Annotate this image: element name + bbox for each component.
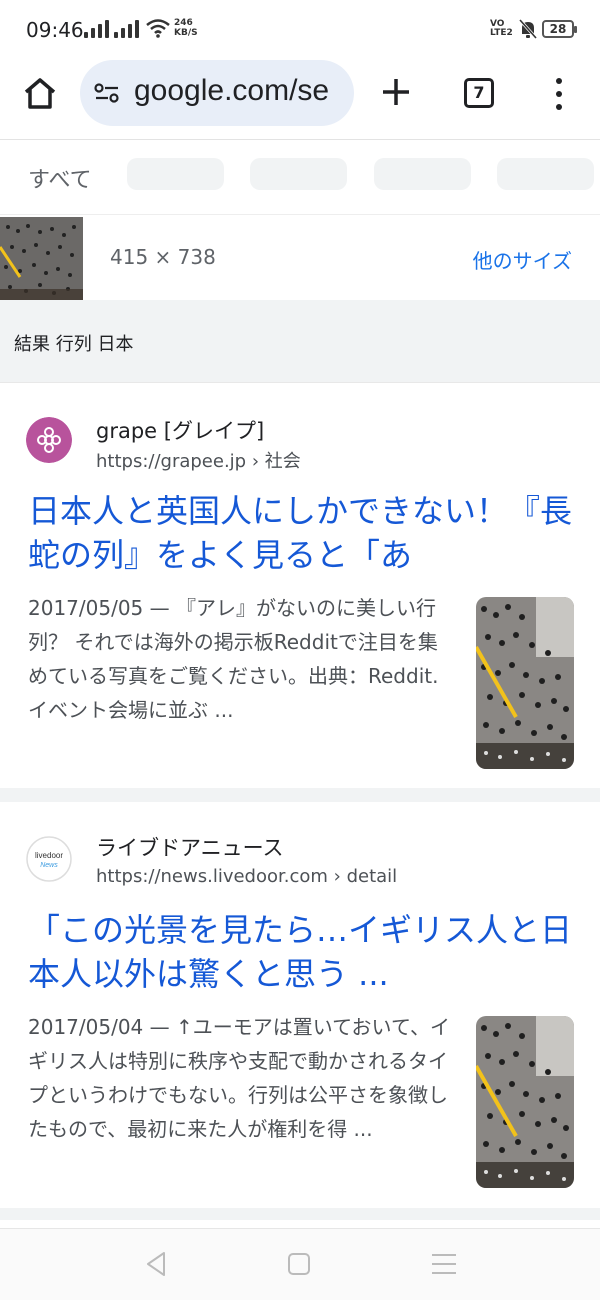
battery-icon: 28 <box>542 20 577 38</box>
system-nav-bar <box>0 1228 600 1300</box>
livedoor-logo-icon: livedoor News <box>26 836 72 882</box>
search-result: grape [グレイプ] https://grapee.jp › 社会 日本人と… <box>0 382 600 788</box>
result-divider <box>0 1208 600 1220</box>
image-dimensions: 415 × 738 <box>110 245 216 269</box>
chip-placeholder <box>374 158 471 190</box>
site-name[interactable]: ライブドアニュース <box>96 832 284 862</box>
volte-icon: VO LTE2 <box>490 19 513 38</box>
image-info-row: 415 × 738 他のサイズ <box>0 214 600 301</box>
net-speed: 246 KB/S <box>174 18 198 38</box>
search-result: livedoor News ライブドアニュース https://news.liv… <box>0 802 600 1208</box>
result-snippet: 2017/05/04 — ↑ユーモアは置いておいて、イギリス人は特別に秩序や支配… <box>28 1015 450 1141</box>
chip-placeholder <box>497 158 594 190</box>
other-sizes-link[interactable]: 他のサイズ <box>473 245 572 274</box>
svg-text:News: News <box>40 862 58 869</box>
chip-placeholder <box>127 158 224 190</box>
site-url[interactable]: https://grapee.jp › 社会 <box>96 447 301 473</box>
site-name[interactable]: grape [グレイプ] <box>96 415 264 445</box>
tab-switcher-button[interactable]: 7 <box>464 78 494 108</box>
back-icon[interactable] <box>144 1251 168 1277</box>
result-title-link[interactable]: 日本人と英国人にしかできない！『長蛇の列』をよく見ると「あ <box>28 489 576 577</box>
wifi-icon <box>146 19 170 38</box>
home-nav-icon[interactable] <box>288 1253 310 1275</box>
status-bar: 09:46 246 KB/S VO LTE2 28 <box>0 0 600 60</box>
more-menu-icon[interactable] <box>552 78 566 110</box>
browser-toolbar: google.com/se 7 <box>0 60 600 140</box>
status-time: 09:46 <box>26 18 84 42</box>
site-url[interactable]: https://news.livedoor.com › detail <box>96 866 397 887</box>
filter-chips: すべて <box>0 150 600 206</box>
url-bar[interactable]: google.com/se <box>80 60 354 126</box>
signal-icon <box>84 20 109 38</box>
query-section: 結果 行列 日本 <box>0 300 600 382</box>
result-thumbnail[interactable] <box>476 597 574 769</box>
new-tab-icon[interactable] <box>380 76 412 108</box>
svg-text:livedoor: livedoor <box>35 851 63 860</box>
source-image-thumbnail[interactable] <box>0 217 83 301</box>
site-settings-icon[interactable] <box>94 82 120 104</box>
signal-icon-2 <box>114 20 139 38</box>
result-thumbnail[interactable] <box>476 1016 574 1188</box>
chip-placeholder <box>250 158 347 190</box>
mute-icon <box>518 19 538 39</box>
result-snippet: 2017/05/05 — 『アレ』がないのに美しい行列？ それでは海外の掲示板R… <box>28 596 439 722</box>
query-text[interactable]: 結果 行列 日本 <box>14 330 133 356</box>
chip-all[interactable]: すべて <box>28 162 92 194</box>
url-text[interactable]: google.com/se <box>134 74 329 108</box>
result-title-link[interactable]: 「この光景を見たら…イギリス人と日本人以外は驚くと思う ... <box>28 908 576 996</box>
grape-logo-icon <box>26 417 72 463</box>
home-icon[interactable] <box>20 74 60 114</box>
recents-icon[interactable] <box>432 1254 456 1274</box>
result-divider <box>0 788 600 802</box>
